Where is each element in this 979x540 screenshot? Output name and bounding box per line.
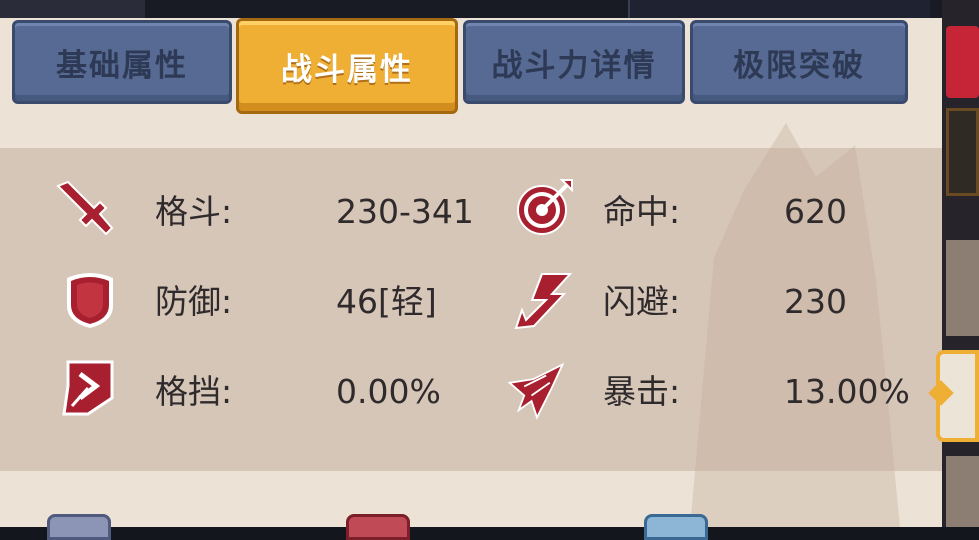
stat-row-defense: 防御: 46[轻] [0, 270, 480, 330]
dodge-arrow-icon [514, 273, 573, 330]
shield-icon [67, 273, 113, 328]
stat-label: 闪避: [603, 282, 681, 321]
side-emblem-icon[interactable] [946, 108, 979, 196]
top-middle-panel [628, 0, 930, 20]
stat-row-critical: 暴击: 13.00% [500, 358, 920, 420]
bottom-badge-blue[interactable] [47, 514, 111, 540]
tab-combat-power-details[interactable]: 战斗力详情 [463, 20, 685, 104]
tab-limit-break[interactable]: 极限突破 [690, 20, 908, 104]
side-tab[interactable] [946, 456, 979, 527]
stat-row-dodge: 闪避: 230 [500, 270, 920, 330]
stat-value: 620 [784, 192, 847, 231]
critical-strike-icon [507, 362, 565, 420]
top-left-panel [0, 0, 145, 20]
close-icon[interactable] [946, 26, 979, 98]
parry-icon [62, 360, 114, 416]
sword-icon [56, 180, 114, 236]
bottom-badge-light-blue[interactable] [644, 514, 708, 540]
side-tab-selected[interactable] [928, 350, 979, 442]
target-icon [517, 179, 573, 235]
stat-label: 格挡: [155, 372, 233, 411]
stat-value: 230 [784, 282, 847, 321]
stat-row-accuracy: 命中: 620 [500, 179, 920, 240]
stat-value: 230-341 [336, 192, 474, 231]
stat-label: 暴击: [603, 372, 681, 411]
stat-row-block: 格挡: 0.00% [0, 358, 480, 418]
stat-value: 0.00% [336, 372, 441, 411]
bottom-badge-red[interactable] [346, 514, 410, 540]
side-tab[interactable] [946, 240, 979, 336]
tab-basic-attributes[interactable]: 基础属性 [12, 20, 232, 104]
stat-value: 46[轻] [336, 282, 437, 321]
stat-value: 13.00% [784, 372, 910, 411]
stat-label: 防御: [155, 282, 233, 321]
tab-combat-attributes[interactable]: 战斗属性 [236, 18, 458, 114]
stat-row-melee: 格斗: 230-341 [0, 180, 480, 240]
stat-label: 命中: [603, 192, 681, 231]
stat-label: 格斗: [155, 192, 233, 231]
